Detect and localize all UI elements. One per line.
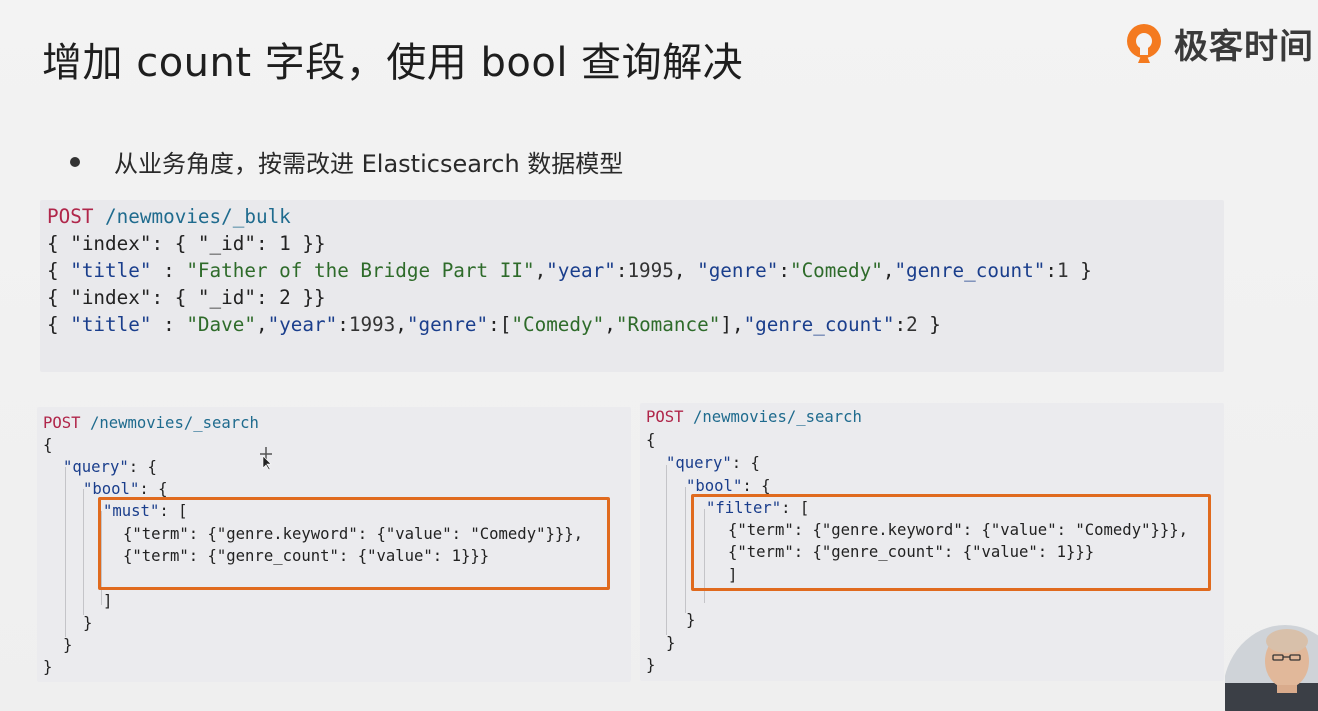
mouse-cursor-icon bbox=[260, 447, 272, 470]
http-method: POST bbox=[646, 408, 684, 426]
field-key: "genre_count" bbox=[894, 259, 1046, 282]
close-brace: } bbox=[646, 656, 656, 674]
field-value: "Father of the Bridge Part II" bbox=[186, 259, 535, 282]
field-key: "genre" bbox=[406, 313, 489, 336]
indent-guide bbox=[83, 489, 84, 615]
field-key: "year" bbox=[546, 259, 616, 282]
field-value: 2 bbox=[906, 313, 918, 336]
logo-text: 极客时间 bbox=[1174, 26, 1314, 67]
close-brace: } bbox=[686, 611, 696, 629]
field-key: "genre_count" bbox=[743, 313, 895, 336]
bullet-dot-icon bbox=[70, 156, 80, 167]
request-path: /newmovies/_search bbox=[89, 414, 259, 432]
slide-title: 增加 count 字段，使用 bool 查询解决 bbox=[42, 40, 744, 86]
field-value: "Dave" bbox=[186, 313, 256, 336]
open-brace: { bbox=[43, 436, 53, 454]
http-method: POST bbox=[47, 205, 94, 228]
close-brace: } bbox=[666, 634, 676, 652]
field-key: "bool" bbox=[83, 480, 140, 498]
http-method: POST bbox=[43, 414, 81, 432]
field-value: 1993 bbox=[348, 313, 396, 336]
bulk-line-1: { "index": { "_id": 1 }} bbox=[47, 232, 326, 255]
field-key: "query" bbox=[63, 458, 129, 476]
field-value: 1995 bbox=[627, 259, 674, 282]
query-line: "query": { bbox=[63, 458, 157, 476]
bulk-line-4: { "title" : "Dave","year":1993,"genre":[… bbox=[47, 313, 941, 336]
bulk-code-block: POST /newmovies/_bulk { "index": { "_id"… bbox=[40, 200, 1224, 372]
request-path: /newmovies/_search bbox=[692, 408, 862, 426]
query-line: "query": { bbox=[666, 454, 760, 472]
close-bracket: ] bbox=[103, 592, 113, 610]
field-value: 1 bbox=[1056, 259, 1069, 282]
bulk-line-2: { "title" : "Father of the Bridge Part I… bbox=[47, 259, 1092, 282]
field-key: "bool" bbox=[686, 477, 743, 495]
bullet-item: 从业务角度，按需改进 Elasticsearch 数据模型 bbox=[70, 144, 623, 179]
bullet-text: 从业务角度，按需改进 Elasticsearch 数据模型 bbox=[114, 150, 624, 178]
filter-highlight-box bbox=[691, 494, 1211, 591]
field-value: "Romance" bbox=[615, 313, 721, 336]
field-key: "title" bbox=[70, 313, 152, 336]
field-key: "year" bbox=[267, 313, 338, 336]
field-value: "Comedy" bbox=[511, 313, 605, 336]
search-request-line: POST /newmovies/_search bbox=[43, 412, 259, 434]
presenter-webcam bbox=[1225, 613, 1318, 711]
close-brace: } bbox=[43, 658, 53, 676]
field-key: "query" bbox=[666, 454, 732, 472]
request-path: /newmovies/_bulk bbox=[105, 205, 291, 228]
field-value: "Comedy" bbox=[789, 259, 883, 282]
indent-guide bbox=[65, 467, 66, 637]
field-key: "title" bbox=[70, 259, 152, 282]
indent-guide bbox=[685, 487, 686, 613]
geekbang-logo: 极客时间 bbox=[1122, 18, 1314, 68]
bulk-request-line: POST /newmovies/_bulk bbox=[47, 203, 291, 230]
search-request-line: POST /newmovies/_search bbox=[646, 406, 862, 428]
field-key: "genre" bbox=[697, 259, 779, 282]
close-brace: } bbox=[83, 614, 93, 632]
must-highlight-box bbox=[98, 497, 610, 590]
geekbang-logo-icon bbox=[1127, 24, 1161, 63]
close-brace: } bbox=[63, 636, 73, 654]
bulk-line-3: { "index": { "_id": 2 }} bbox=[47, 286, 326, 309]
open-brace: { bbox=[646, 431, 656, 449]
indent-guide bbox=[666, 465, 667, 635]
